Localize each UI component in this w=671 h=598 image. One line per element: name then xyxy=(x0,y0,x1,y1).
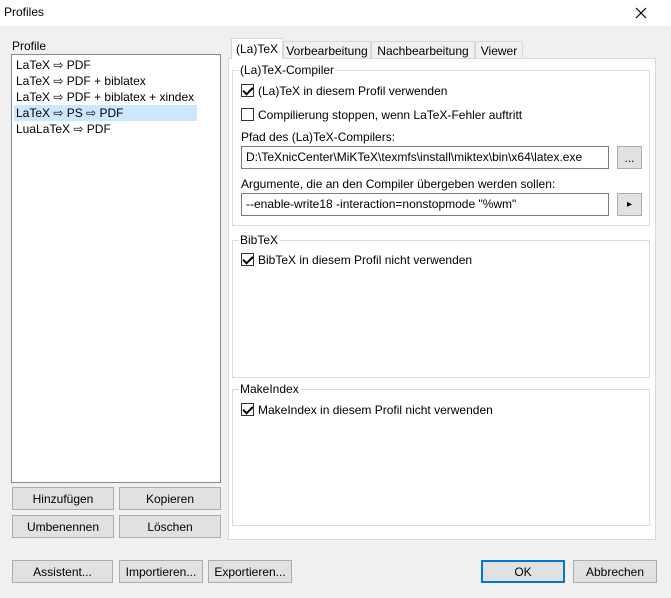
profile-item[interactable]: LaTeX ⇨ PDF + biblatex + xindex xyxy=(14,89,197,105)
bibtex-group-title: BibTeX xyxy=(239,233,281,247)
close-icon[interactable] xyxy=(628,0,654,26)
args-menu-button[interactable]: ▸ xyxy=(617,193,642,216)
compiler-args-label: Argumente, die an den Compiler übergeben… xyxy=(241,177,556,191)
title-bar xyxy=(0,0,671,26)
bibtex-not-use-label[interactable]: BibTeX in diesem Profil nicht verwenden xyxy=(258,253,472,267)
add-profile-button[interactable]: Hinzufügen xyxy=(12,487,114,510)
profiles-list[interactable]: LaTeX ⇨ PDF LaTeX ⇨ PDF + biblatex LaTeX… xyxy=(11,54,221,483)
makeindex-not-use-checkbox[interactable] xyxy=(241,403,254,416)
tab-preprocessing[interactable]: Vorbearbeitung xyxy=(283,41,371,59)
tab-postprocessing[interactable]: Nachbearbeitung xyxy=(371,41,475,59)
profiles-label: Profile xyxy=(12,39,47,53)
stop-on-error-checkbox[interactable] xyxy=(241,108,254,121)
tab-viewer[interactable]: Viewer xyxy=(475,41,523,59)
delete-profile-button[interactable]: Löschen xyxy=(119,515,221,538)
import-button[interactable]: Importieren... xyxy=(119,560,203,583)
window-title: Profiles xyxy=(4,5,45,19)
compiler-path-label: Pfad des (La)TeX-Compilers: xyxy=(241,130,396,144)
browse-button[interactable]: ... xyxy=(617,146,642,169)
makeindex-group-title: MakeIndex xyxy=(239,382,301,396)
profile-item[interactable]: LaTeX ⇨ PDF + biblatex xyxy=(14,73,197,89)
compiler-path-field[interactable]: D:\TeXnicCenter\MiKTeX\texmfs\install\mi… xyxy=(241,146,609,169)
rename-profile-button[interactable]: Umbenennen xyxy=(12,515,114,538)
profile-item[interactable]: LaTeX ⇨ PDF xyxy=(14,57,197,73)
use-latex-checkbox[interactable] xyxy=(241,84,254,97)
stop-on-error-label[interactable]: Compilierung stoppen, wenn LaTeX-Fehler … xyxy=(258,108,522,122)
cancel-button[interactable]: Abbrechen xyxy=(573,560,657,583)
profile-item[interactable]: LuaLaTeX ⇨ PDF xyxy=(14,121,197,137)
makeindex-not-use-label[interactable]: MakeIndex in diesem Profil nicht verwend… xyxy=(258,403,493,417)
bibtex-not-use-checkbox[interactable] xyxy=(241,253,254,266)
profile-item-selected[interactable]: LaTeX ⇨ PS ⇨ PDF xyxy=(14,105,197,121)
compiler-args-field[interactable]: --enable-write18 -interaction=nonstopmod… xyxy=(241,193,609,216)
use-latex-label[interactable]: (La)TeX in diesem Profil verwenden xyxy=(258,84,447,98)
latex-compiler-group-title: (La)TeX-Compiler xyxy=(239,63,337,77)
wizard-button[interactable]: Assistent... xyxy=(12,560,113,583)
tab-latex[interactable]: (La)TeX xyxy=(231,38,283,59)
ok-button[interactable]: OK xyxy=(481,560,565,583)
copy-profile-button[interactable]: Kopieren xyxy=(119,487,221,510)
export-button[interactable]: Exportieren... xyxy=(208,560,292,583)
